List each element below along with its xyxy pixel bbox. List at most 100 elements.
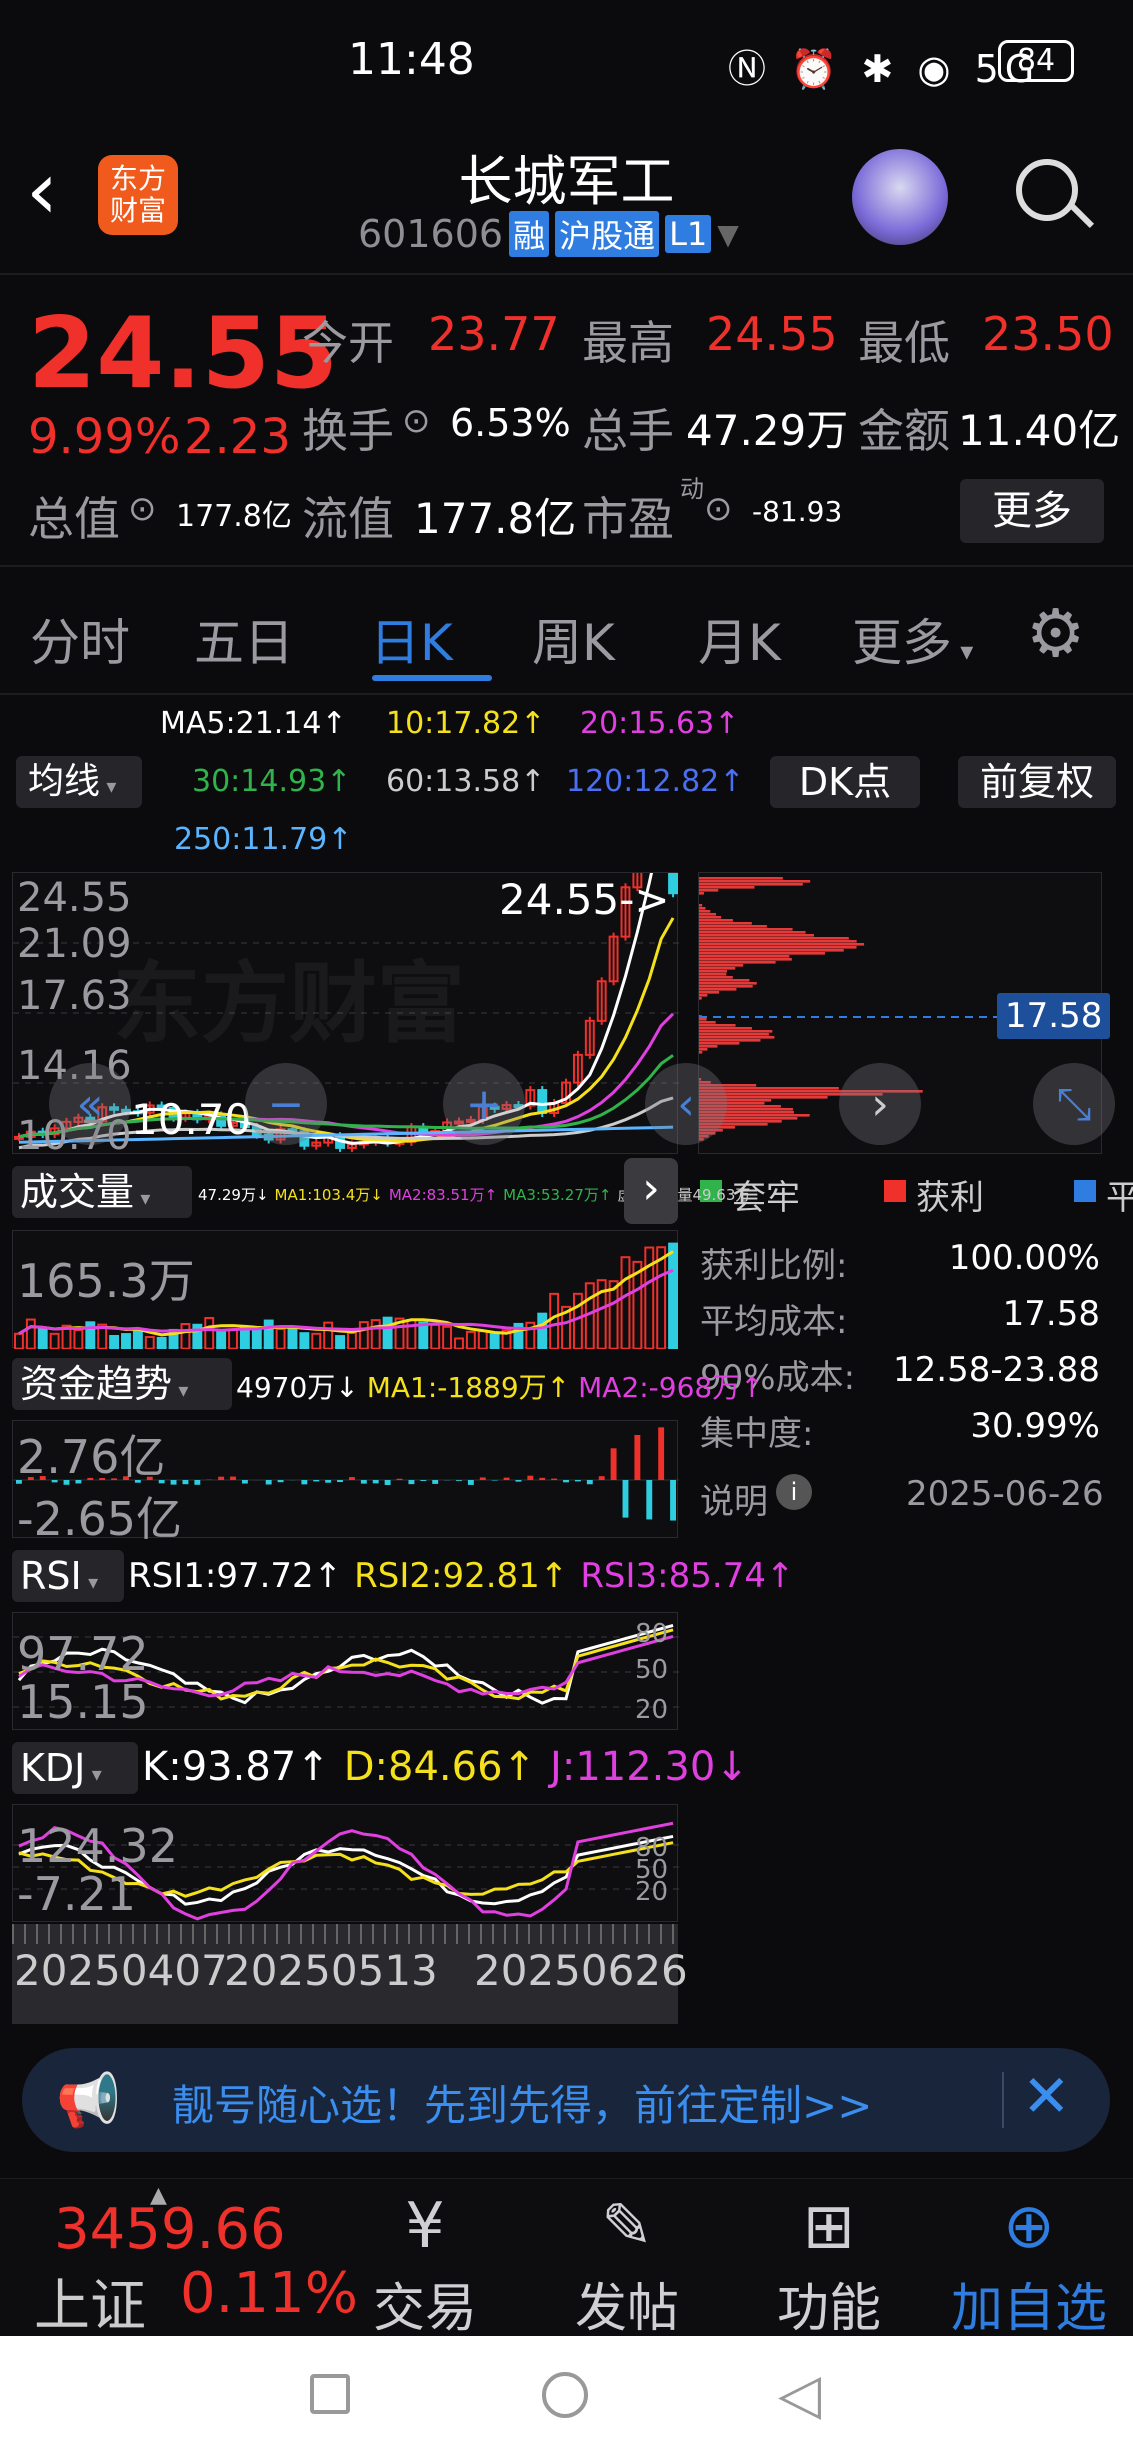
- kdj-chart[interactable]: 124.32 -7.21 80 50 20: [12, 1804, 679, 1922]
- volume-bar: [584, 1282, 595, 1350]
- settings-gear-icon[interactable]: ⚙: [1026, 595, 1085, 672]
- chip-bar: [699, 886, 755, 889]
- post-button[interactable]: ✎ 发帖: [542, 2189, 712, 2341]
- funds-bar: [420, 1480, 427, 1481]
- volume-bar: [347, 1332, 357, 1351]
- legend-swatch-avg: [1074, 1180, 1096, 1202]
- stock-name: 长城军工: [458, 150, 675, 213]
- mktcap-value: 177.8亿: [176, 499, 292, 534]
- float-value: 177.8亿: [414, 494, 577, 543]
- close-icon[interactable]: ✕: [1022, 2062, 1071, 2130]
- date-label-2: 20250513: [224, 1946, 438, 1995]
- home-icon[interactable]: [542, 2372, 588, 2418]
- banner-text[interactable]: 靓号随心选！先到先得，前往定制>>: [172, 2072, 872, 2133]
- tab-weekly-k[interactable]: 周K: [532, 603, 615, 675]
- chip-note-label[interactable]: 说明: [700, 1474, 768, 1523]
- volume-bar: [656, 1246, 667, 1351]
- chip-bar: [699, 907, 706, 910]
- tab-intraday[interactable]: 分时: [30, 603, 130, 675]
- scroll-left-icon[interactable]: «: [49, 1063, 131, 1145]
- rsi-selector[interactable]: RSI ▾: [12, 1550, 124, 1602]
- grid-icon: ⊞: [803, 2189, 855, 2262]
- kdj-selector[interactable]: KDJ ▾: [12, 1742, 138, 1794]
- functions-label: 功能: [776, 2279, 881, 2339]
- badge-level: L1: [665, 215, 712, 253]
- status-time: 11:48: [348, 34, 475, 85]
- promo-banner[interactable]: 📢 靓号随心选！先到先得，前往定制>> ✕: [22, 2048, 1110, 2152]
- kline-chart[interactable]: 东方财富 24.55 21.09 17.63 14.16 10.70 24.55…: [12, 709, 679, 1159]
- tab-more[interactable]: 更多 ▾: [852, 603, 973, 675]
- low-price-tag: 10.70: [131, 1095, 252, 1144]
- volume-selector[interactable]: 成交量 ▾: [12, 1166, 192, 1218]
- more-button[interactable]: 更多: [960, 479, 1104, 543]
- index-change[interactable]: 0.11%: [180, 2261, 358, 2326]
- vol-legend-2: MA2:83.51万↑: [388, 1186, 498, 1204]
- dk-point-button[interactable]: DK点: [770, 756, 920, 808]
- rsi-level-80: 80: [635, 1619, 669, 1649]
- rsi-chart[interactable]: 97.72 15.15 80 50 20: [12, 1612, 679, 1730]
- info-icon[interactable]: i: [776, 1474, 812, 1510]
- chip-bar: [699, 967, 736, 970]
- chip-bar: [699, 1036, 775, 1039]
- ma-selector[interactable]: 均线 ▾: [16, 756, 142, 808]
- chip-bar: [699, 1021, 716, 1024]
- chip-bar: [699, 991, 720, 994]
- functions-button[interactable]: ⊞ 功能: [744, 2189, 914, 2341]
- robot-avatar-icon[interactable]: [852, 149, 948, 245]
- chevron-right-icon[interactable]: ›: [839, 1063, 921, 1145]
- legend-profit: 获利: [916, 1178, 984, 1218]
- tab-five-day[interactable]: 五日: [194, 603, 294, 675]
- zoom-in-icon[interactable]: +: [443, 1063, 525, 1145]
- volume-bar: [489, 1333, 500, 1351]
- funds-selector[interactable]: 资金趋势 ▾: [12, 1358, 232, 1410]
- volume-bar: [251, 1328, 262, 1350]
- index-name[interactable]: 上证: [34, 2261, 146, 2342]
- chip-row-value-4: 30.99%: [970, 1406, 1100, 1446]
- kdj-y-bottom: -7.21: [17, 1867, 137, 1921]
- funds-bar: [622, 1480, 629, 1518]
- tab-monthly-k[interactable]: 月K: [698, 603, 781, 675]
- back-icon[interactable]: ◁: [778, 2362, 821, 2427]
- chip-bar: [699, 958, 792, 961]
- chip-bar: [699, 904, 703, 907]
- volume-chart[interactable]: 165.3万: [12, 1230, 678, 1351]
- funds-bar: [574, 1480, 581, 1482]
- volume-bar: [299, 1332, 310, 1351]
- volume-bar: [144, 1336, 155, 1350]
- index-value[interactable]: 3459.66: [54, 2197, 286, 2262]
- volume-bar: [311, 1332, 322, 1350]
- chip-row-label-1: 获利比例:: [700, 1246, 848, 1286]
- volume-bar: [14, 1332, 24, 1350]
- trade-button[interactable]: ¥ 交易: [340, 2189, 510, 2341]
- chip-distribution-chart[interactable]: 17.58 ‹ › ⤡: [645, 872, 1115, 1154]
- add-watchlist-button[interactable]: ⊕ 加自选: [944, 2189, 1114, 2341]
- volume-bar: [668, 1242, 678, 1350]
- recent-apps-icon[interactable]: [310, 2374, 350, 2414]
- volume-bar: [109, 1335, 120, 1351]
- megaphone-icon: 📢: [56, 2071, 121, 2131]
- expand-right-icon[interactable]: ›: [624, 1158, 678, 1224]
- volume-bar: [358, 1321, 369, 1350]
- info-icon[interactable]: ⊙: [128, 489, 157, 529]
- dropdown-icon[interactable]: ▼: [717, 218, 739, 251]
- zoom-out-icon[interactable]: −: [245, 1063, 327, 1145]
- info-icon[interactable]: ⊙: [402, 401, 431, 441]
- vol-legend-0: 47.29万↓: [198, 1186, 269, 1204]
- adjust-button[interactable]: 前复权: [958, 756, 1116, 808]
- chevron-left-icon[interactable]: ‹: [645, 1063, 727, 1145]
- funds-ma2: MA2:-968万↑: [578, 1371, 764, 1404]
- funds-legend: 4970万↓ MA1:-1889万↑ MA2:-968万↑: [236, 1366, 764, 1406]
- volume-bar: [121, 1333, 131, 1351]
- rsi-y-top: 97.72: [17, 1627, 149, 1681]
- chip-bar: [699, 1048, 708, 1051]
- chip-bar: [699, 1030, 773, 1033]
- search-icon[interactable]: [1016, 159, 1078, 221]
- volume-bar: [454, 1337, 464, 1351]
- open-label: 今开: [302, 316, 394, 370]
- date-axis: 20250407 20250513 20250626: [12, 1924, 688, 2024]
- funds-chart[interactable]: 2.76亿 -2.65亿: [12, 1420, 679, 1546]
- tab-daily-k[interactable]: 日K: [370, 603, 453, 675]
- expand-icon[interactable]: ⤡: [1033, 1063, 1115, 1145]
- info-icon[interactable]: ⊙: [704, 489, 733, 529]
- funds-bar: [408, 1480, 415, 1485]
